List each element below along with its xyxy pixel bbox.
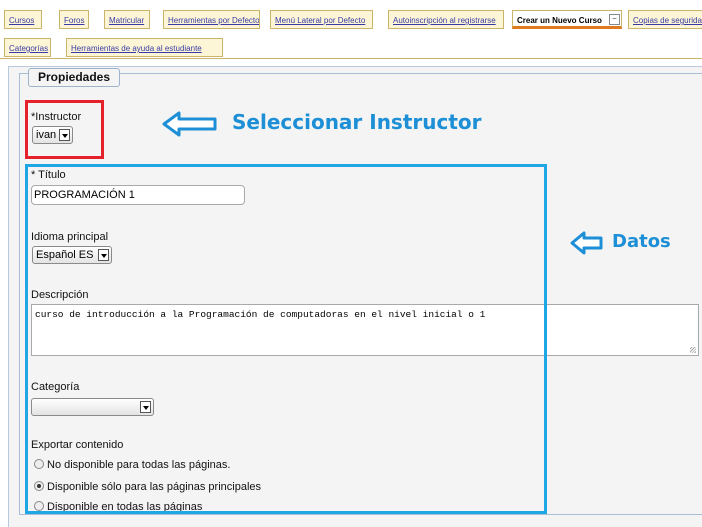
tab-herramientas-ayuda[interactable]: Herramientas de ayuda al estudiante [66,38,223,57]
tab-categorias[interactable]: Categorías [4,38,51,57]
resize-grip-icon[interactable] [690,347,696,353]
tab-divider [0,58,702,59]
tab-bar: Cursos Foros Matricular Herramientas por… [0,10,702,30]
collapse-icon[interactable]: − [609,14,620,25]
tab-crear-nuevo-curso-label: Crear un Nuevo Curso [517,16,602,25]
left-arrow-icon [162,111,217,137]
seleccionar-instructor-annotation: Seleccionar Instructor [232,110,482,134]
section-legend: Propiedades [28,68,120,87]
tab-herramientas-por-defecto[interactable]: Herramientas por Defecto [163,10,260,29]
instructor-highlight-box [25,100,104,159]
tab-bar-secondary: Categorías Herramientas de ayuda al estu… [0,38,702,58]
tab-crear-nuevo-curso[interactable]: Crear un Nuevo Curso [512,10,622,29]
tab-menu-lateral[interactable]: Menú Lateral por Defecto [270,10,373,29]
datos-highlight-box [25,164,547,514]
tab-autoinscripcion[interactable]: Autoinscripción al registrarse [388,10,504,29]
left-arrow-icon [570,231,603,255]
tab-foros[interactable]: Foros [59,10,89,29]
tab-matricular[interactable]: Matricular [104,10,150,29]
tab-cursos[interactable]: Cursos [4,10,42,29]
tab-copias-seguridad[interactable]: Copias de seguridad [628,10,702,29]
datos-annotation: Datos [612,231,671,252]
